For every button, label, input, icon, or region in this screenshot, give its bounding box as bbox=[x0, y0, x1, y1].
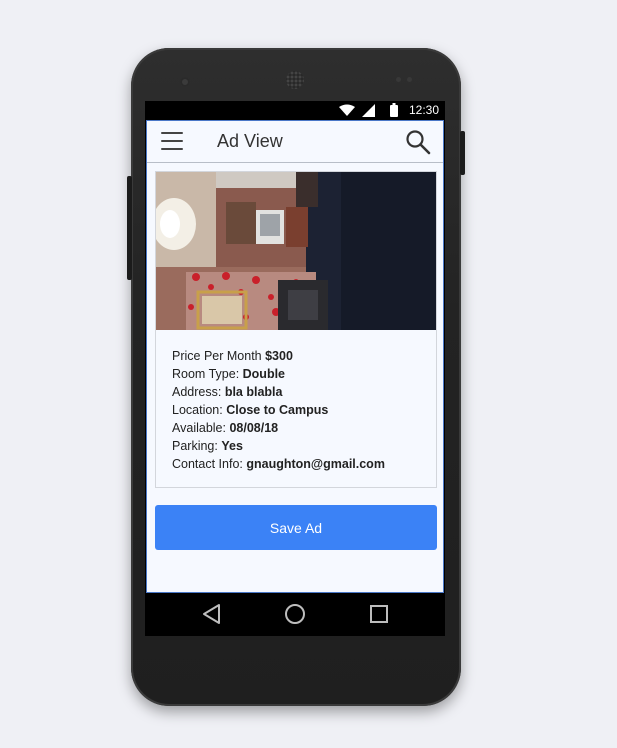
app-toolbar: Ad View bbox=[147, 121, 443, 163]
status-time: 12:30 bbox=[408, 103, 439, 117]
detail-location: Location: Close to Campus bbox=[172, 403, 329, 417]
detail-room-type: Room Type: Double bbox=[172, 367, 285, 381]
detail-available: Available: 08/08/18 bbox=[172, 421, 279, 435]
back-triangle-icon[interactable] bbox=[201, 603, 223, 625]
detail-address: Address: bla blabla bbox=[172, 385, 283, 399]
proximity-sensor bbox=[396, 77, 416, 83]
page-title: Ad View bbox=[217, 131, 283, 151]
hamburger-menu-icon[interactable] bbox=[161, 132, 183, 150]
recents-square-icon[interactable] bbox=[368, 603, 390, 625]
search-icon[interactable] bbox=[405, 129, 431, 155]
save-ad-button[interactable]: Save Ad bbox=[155, 505, 437, 550]
front-camera bbox=[180, 77, 190, 87]
battery-icon bbox=[390, 103, 398, 117]
detail-contact: Contact Info: gnaughton@gmail.com bbox=[172, 457, 385, 471]
phone-screen: 12:30 Ad View Price Per Month $300 Room … bbox=[145, 101, 445, 636]
volume-button bbox=[127, 176, 132, 280]
home-circle-icon[interactable] bbox=[284, 603, 306, 625]
detail-parking: Parking: Yes bbox=[172, 439, 243, 453]
power-button bbox=[460, 131, 465, 175]
earpiece-speaker bbox=[286, 71, 304, 89]
android-nav-bar bbox=[145, 593, 445, 636]
cell-signal-icon bbox=[362, 104, 375, 117]
ad-details: Price Per Month $300 Room Type: Double A… bbox=[156, 330, 436, 473]
detail-price: Price Per Month $300 bbox=[172, 349, 293, 363]
ad-card: Price Per Month $300 Room Type: Double A… bbox=[155, 171, 437, 488]
room-photo bbox=[156, 172, 436, 330]
ad-view-app: Ad View Price Per Month $300 Room Type: … bbox=[146, 120, 444, 593]
wifi-icon bbox=[339, 104, 355, 116]
status-bar: 12:30 bbox=[145, 101, 445, 120]
